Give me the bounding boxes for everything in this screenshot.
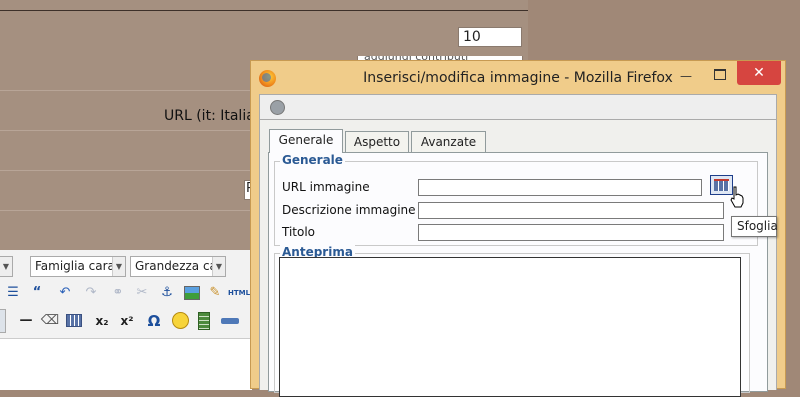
omega-icon[interactable]: Ω <box>144 309 164 333</box>
title-input[interactable] <box>418 224 724 241</box>
hand-cursor-icon <box>730 186 744 208</box>
maximize-icon <box>714 69 726 80</box>
hr-icon[interactable]: — <box>16 309 36 333</box>
address-bar[interactable] <box>259 94 777 120</box>
window-titlebar[interactable]: Inserisci/modifica immagine - Mozilla Fi… <box>251 61 785 94</box>
description-label: Descrizione immagine <box>282 203 416 217</box>
tab-aspetto[interactable]: Aspetto <box>345 131 409 152</box>
eraser-icon[interactable]: ⌫ <box>40 309 60 333</box>
superscript-icon[interactable]: x² <box>116 309 138 333</box>
link-icon[interactable]: ⚭ <box>108 281 128 305</box>
tab-generale[interactable]: Generale <box>269 129 343 153</box>
cleanup-icon[interactable]: ✎ <box>206 281 224 305</box>
browse-icon <box>714 179 729 191</box>
minimize-button[interactable]: — <box>673 66 699 87</box>
undo-icon[interactable]: ↶ <box>56 281 74 305</box>
description-input[interactable] <box>418 202 724 219</box>
separator-icon[interactable] <box>218 309 242 333</box>
media-icon[interactable] <box>194 309 214 333</box>
font-size-value: Grandezza car <box>135 259 222 273</box>
dialog-content: Generale Aspetto Avanzate Generale URL i… <box>259 120 777 397</box>
smiley-icon[interactable] <box>169 309 191 333</box>
indent-icon[interactable]: ☰ <box>4 281 22 305</box>
browse-tooltip: Sfoglia <box>731 216 778 237</box>
font-size-select[interactable]: Grandezza car ▼ <box>130 256 226 277</box>
tab-avanzate[interactable]: Avanzate <box>411 131 486 152</box>
chevron-down-icon: ▼ <box>212 257 225 276</box>
subscript-icon[interactable]: x₂ <box>92 309 112 333</box>
url-label: URL immagine <box>282 180 370 194</box>
image-icon[interactable] <box>182 281 202 305</box>
html-icon[interactable]: HTML <box>226 281 252 305</box>
chevron-down-icon: ▼ <box>112 257 125 276</box>
globe-icon <box>270 100 285 115</box>
maximize-button[interactable] <box>707 66 733 87</box>
font-family-value: Famiglia caratt <box>35 259 125 273</box>
toolbar-button-partial[interactable] <box>0 309 6 333</box>
background-url-label: URL (it: Italia <box>164 108 255 124</box>
image-preview <box>279 257 741 397</box>
popup-window: Inserisci/modifica immagine - Mozilla Fi… <box>250 60 786 397</box>
window-title: Inserisci/modifica immagine - Mozilla Fi… <box>363 70 673 86</box>
font-family-select[interactable]: Famiglia caratt ▼ <box>30 256 126 277</box>
anchor-icon[interactable]: ⚓ <box>158 281 176 305</box>
chevron-down-icon: ▼ <box>0 257 12 276</box>
table-icon[interactable] <box>64 309 84 333</box>
unlink-icon[interactable]: ✂ <box>132 281 152 305</box>
background-divider <box>0 10 528 11</box>
close-button[interactable]: ✕ <box>737 61 781 85</box>
title-label: Titolo <box>282 225 316 239</box>
editor-content-area[interactable] <box>0 338 252 390</box>
tab-panel-generale: Generale URL immagine Descrizione immagi… <box>268 152 768 397</box>
redo-icon[interactable]: ↷ <box>82 281 100 305</box>
general-legend: Generale <box>280 153 345 167</box>
editor-format-select[interactable]: ▼ <box>0 256 13 277</box>
background-number-input[interactable]: 10 <box>458 27 522 47</box>
blockquote-icon[interactable]: “ <box>28 281 46 305</box>
rich-text-editor: ▼ Famiglia caratt ▼ Grandezza car ▼ ☰ “ ↶ … <box>0 250 252 390</box>
url-input[interactable] <box>418 179 702 196</box>
